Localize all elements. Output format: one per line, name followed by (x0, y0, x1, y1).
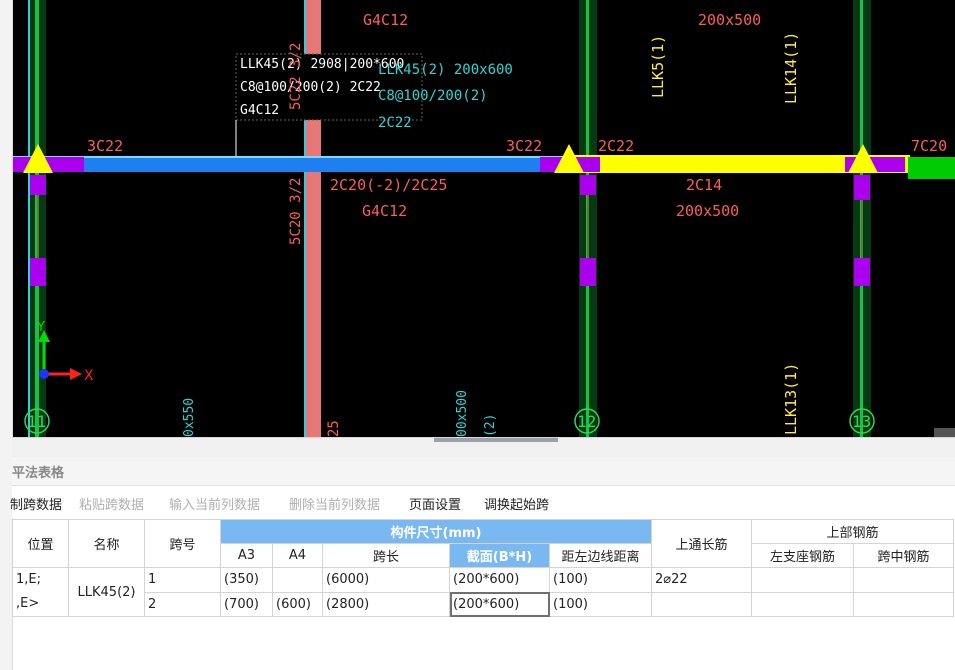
label-bottom-2: (2) (483, 414, 498, 437)
cell-mid-span[interactable] (853, 591, 954, 617)
label-2c14: 2C14 (686, 176, 722, 194)
magenta-marker-13a (854, 175, 870, 200)
cell-a4[interactable]: (600) (272, 591, 323, 617)
header-distance[interactable]: 距左边线距离 (549, 543, 652, 568)
label-top-200x500: 200x500 (698, 11, 761, 29)
label-llk13: LLK13(1) (782, 363, 800, 435)
tooltip-line2: C8@100/200(2) 2C22 (240, 80, 381, 95)
header-top-rebar-group[interactable]: 上部钢筋 (751, 519, 954, 544)
grid-label-12: 12 (577, 412, 596, 431)
label-right-2c22: 2C22 (598, 137, 634, 155)
table-row: 2 (700) (600) (2800) (200*600) (100) (13, 591, 954, 617)
grid-label-13: 13 (852, 412, 871, 431)
label-vert-5c22: 5C22 3/2 (288, 43, 304, 110)
page-setup-button[interactable]: 页面设置 (409, 494, 461, 513)
label-llk14: LLK14(1) (782, 32, 800, 104)
position-line1: 1,E; (16, 572, 41, 587)
header-top-long[interactable]: 上通长筋 (651, 519, 752, 568)
axis-origin (39, 369, 49, 379)
label-bottom-00x500: 00x500 (455, 390, 470, 437)
header-position[interactable]: 位置 (12, 519, 69, 568)
cell-left-seat[interactable] (751, 591, 854, 617)
header-left-seat[interactable]: 左支座钢筋 (751, 543, 854, 568)
beam-table: 位置 名称 跨号 构件尺寸(mm) 上通长筋 上部钢筋 A3 A4 跨长 截面(… (12, 519, 954, 617)
cell-distance[interactable]: (100) (549, 591, 652, 617)
input-column-data-button[interactable]: 输入当前列数据 (169, 494, 260, 513)
label-below-g4c12: G4C12 (362, 202, 407, 220)
cell-span[interactable]: 2 (144, 591, 221, 617)
magenta-marker-11a (30, 175, 46, 195)
scroll-corner (934, 428, 955, 437)
cell-top-long[interactable] (651, 591, 752, 617)
cell-span-length[interactable]: (6000) (322, 567, 450, 593)
beam-blue (12, 156, 572, 172)
swap-start-span-button[interactable]: 调换起始跨 (484, 494, 549, 513)
grid-label-11: 11 (27, 412, 46, 431)
label-bottom-25: 25 (326, 420, 342, 437)
label-2c20: 2C20(-2)/2C25 (330, 176, 447, 194)
beam-green (908, 157, 955, 179)
label-vert-5c20: 5C20 3/2 (288, 178, 304, 245)
axis-y-label: Y (36, 320, 45, 335)
panel-title: 平法表格 (12, 466, 65, 481)
label-below-200x500: 200x500 (676, 202, 739, 220)
table-toolbar: 制跨数据 粘贴跨数据 输入当前列数据 删除当前列数据 页面设置 调换起始跨 (10, 486, 955, 518)
axis-x-label: X (84, 368, 94, 384)
cell-span[interactable]: 1 (144, 567, 221, 593)
position-line2: ,E> (16, 596, 40, 611)
header-section[interactable]: 截面(B*H) (449, 543, 550, 568)
label-llk5: LLK5(1) (649, 35, 667, 98)
tooltip-line3: G4C12 (240, 103, 279, 118)
magenta-marker-12b (580, 258, 596, 286)
label-top-g4c12: G4C12 (363, 11, 408, 29)
header-span-length[interactable]: 跨长 (322, 543, 450, 568)
axis-x-arrow (70, 368, 82, 380)
header-a4[interactable]: A4 (272, 543, 323, 568)
cell-mid-span[interactable] (853, 567, 954, 593)
label-right-7c20: 7C20 (911, 137, 947, 155)
cell-left-seat[interactable] (751, 567, 854, 593)
header-mid-span[interactable]: 跨中钢筋 (853, 543, 954, 568)
label-left-3c22: 3C22 (87, 137, 123, 155)
panel-splitter[interactable] (12, 437, 955, 458)
label-cyan-llk: LLK45(2) 200x600 (378, 62, 513, 78)
cell-section[interactable]: (200*600) (449, 567, 550, 593)
label-bottom-x550: 0x550 (182, 398, 197, 437)
cell-span-length[interactable]: (2800) (322, 591, 450, 617)
header-name[interactable]: 名称 (68, 519, 145, 568)
drawing-svg: G4C12 200x500 LLK45(2) 2908|200*600 C8@1… (12, 0, 955, 437)
cell-name[interactable]: LLK45(2) (68, 567, 145, 617)
column-11-edge (28, 0, 30, 437)
cell-position[interactable]: 1,E; ,E> (12, 567, 69, 617)
cell-a4[interactable] (272, 567, 323, 593)
splitter-grip[interactable] (434, 438, 558, 442)
cell-top-long[interactable]: 2⌀22 (651, 567, 752, 593)
paste-span-data-button[interactable]: 粘贴跨数据 (79, 494, 144, 513)
copy-span-data-button[interactable]: 制跨数据 (10, 494, 62, 513)
label-mid-3c22: 3C22 (506, 137, 542, 155)
cell-a3[interactable]: (350) (220, 567, 273, 593)
panel-titlebar: 平法表格 (12, 457, 955, 486)
table-row: 1,E; ,E> LLK45(2) 1 (350) (6000) (200*600… (12, 567, 954, 617)
beam-blue-top-edge (12, 156, 572, 158)
cell-distance[interactable]: (100) (549, 567, 652, 593)
delete-column-data-button[interactable]: 删除当前列数据 (289, 494, 380, 513)
cell-a3[interactable]: (700) (220, 591, 273, 617)
magenta-marker-12a (580, 175, 596, 195)
cell-section-selected[interactable]: (200*600) (449, 591, 550, 617)
label-cyan-2c22: 2C22 (378, 115, 412, 131)
header-size-group[interactable]: 构件尺寸(mm) (220, 519, 652, 544)
magenta-marker-11b (30, 258, 46, 286)
magenta-marker-13b (854, 258, 870, 286)
header-span-no[interactable]: 跨号 (144, 519, 221, 568)
header-a3[interactable]: A3 (220, 543, 273, 568)
label-cyan-c8: C8@100/200(2) (378, 88, 488, 104)
cad-drawing-canvas[interactable]: G4C12 200x500 LLK45(2) 2908|200*600 C8@1… (0, 0, 955, 437)
